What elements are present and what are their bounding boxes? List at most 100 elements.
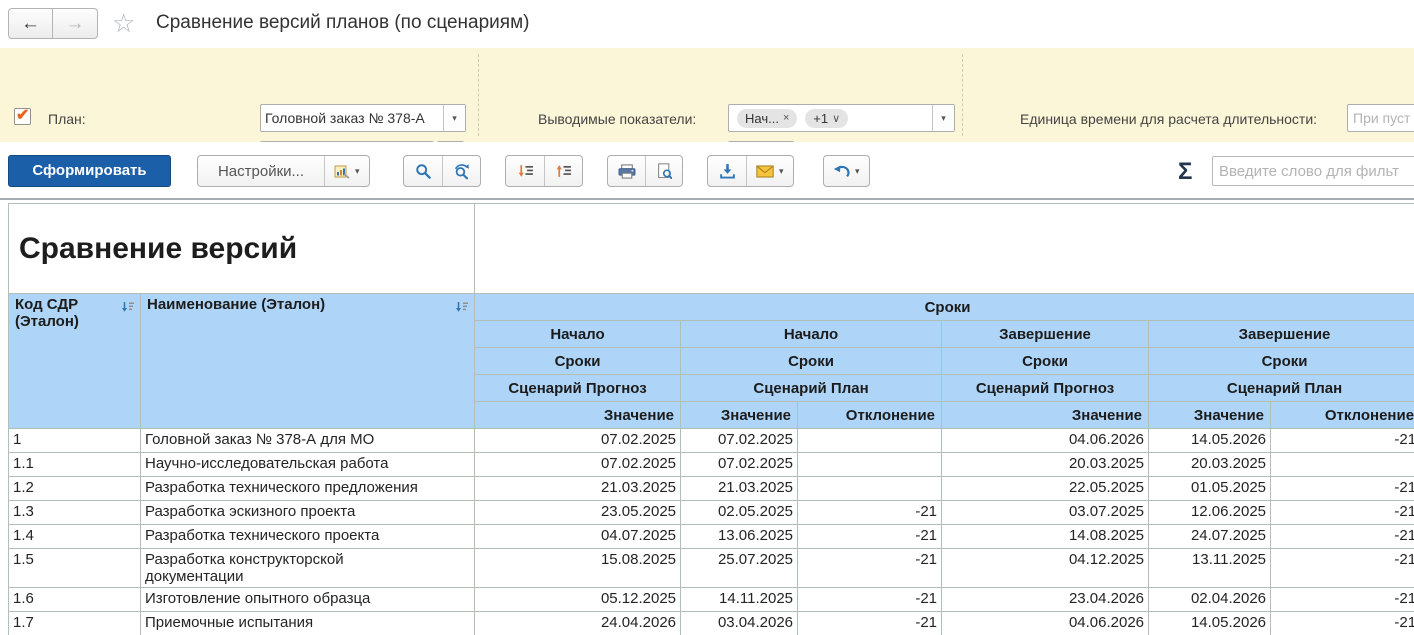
forward-button[interactable]: → (53, 8, 98, 39)
column-header-start-forecast[interactable]: Начало (475, 321, 681, 348)
cell-code[interactable]: 1.3 (9, 501, 141, 525)
indicator-tag-more[interactable]: +1∨ (805, 109, 848, 128)
collapse-groups-button[interactable] (544, 156, 582, 186)
cell-fd[interactable]: -21 (1271, 477, 1414, 501)
cell-code[interactable]: 1 (9, 429, 141, 453)
indicators-field[interactable]: Нач...× +1∨ ▾ (728, 104, 955, 132)
cell-code[interactable]: 1.2 (9, 477, 141, 501)
chevron-down-icon[interactable]: ∨ (832, 112, 840, 125)
cell-sf[interactable]: 04.07.2025 (475, 525, 681, 549)
cell-sd[interactable] (798, 429, 942, 453)
deviation-header[interactable]: Отклонение (798, 402, 942, 429)
report-variants-button[interactable]: ▾ (324, 156, 369, 186)
cell-fd[interactable]: -21 (1271, 429, 1414, 453)
metric-header[interactable]: Сроки (475, 348, 681, 375)
sum-sigma-button[interactable]: Σ (1178, 158, 1192, 186)
column-header-finish-plan[interactable]: Завершение (1149, 321, 1414, 348)
back-button[interactable]: ← (8, 8, 53, 39)
scenario-header-plan[interactable]: Сценарий План (681, 375, 942, 402)
cell-name[interactable]: Разработка конструкторской документации (141, 549, 475, 588)
cell-code[interactable]: 1.7 (9, 612, 141, 635)
cell-sf[interactable]: 07.02.2025 (475, 429, 681, 453)
cell-fp[interactable]: 24.07.2025 (1149, 525, 1271, 549)
cell-name[interactable]: Разработка технического проекта (141, 525, 475, 549)
cell-fd[interactable]: -21 (1271, 612, 1414, 635)
cell-fd[interactable]: -21 (1271, 501, 1414, 525)
cell-fp[interactable]: 20.03.2025 (1149, 453, 1271, 477)
metric-header[interactable]: Сроки (1149, 348, 1414, 375)
report-title-spacer[interactable] (475, 204, 1414, 294)
sort-descending-icon[interactable] (455, 300, 469, 317)
cell-fp[interactable]: 14.05.2026 (1149, 429, 1271, 453)
print-button[interactable] (608, 156, 645, 186)
column-header-finish-forecast[interactable]: Завершение (942, 321, 1149, 348)
cell-sf[interactable]: 23.05.2025 (475, 501, 681, 525)
cell-fp[interactable]: 01.05.2025 (1149, 477, 1271, 501)
sort-descending-icon[interactable] (121, 300, 135, 317)
cell-name[interactable]: Изготовление опытного образца (141, 588, 475, 612)
cell-sf[interactable]: 07.02.2025 (475, 453, 681, 477)
metric-header[interactable]: Сроки (942, 348, 1149, 375)
time-unit-input[interactable] (1347, 104, 1414, 132)
cell-sd[interactable] (798, 477, 942, 501)
print-preview-button[interactable] (645, 156, 682, 186)
cell-name[interactable]: Головной заказ № 378-А для МО (141, 429, 475, 453)
cell-sd[interactable] (798, 453, 942, 477)
cell-sp[interactable]: 02.05.2025 (681, 501, 798, 525)
cell-ff[interactable]: 22.05.2025 (942, 477, 1149, 501)
plan-checkbox[interactable]: ✔ (14, 108, 31, 125)
favorite-star-icon[interactable]: ☆ (112, 8, 135, 39)
cell-sf[interactable]: 05.12.2025 (475, 588, 681, 612)
scenario-header-forecast[interactable]: Сценарий Прогноз (942, 375, 1149, 402)
value-header[interactable]: Значение (942, 402, 1149, 429)
scenario-header-plan[interactable]: Сценарий План (1149, 375, 1414, 402)
cell-sp[interactable]: 21.03.2025 (681, 477, 798, 501)
column-group-sroki[interactable]: Сроки (475, 294, 1414, 321)
value-header[interactable]: Значение (475, 402, 681, 429)
cell-ff[interactable]: 04.12.2025 (942, 549, 1149, 588)
cell-sf[interactable]: 21.03.2025 (475, 477, 681, 501)
cell-fp[interactable]: 14.05.2026 (1149, 612, 1271, 635)
cell-sd[interactable]: -21 (798, 588, 942, 612)
find-next-button[interactable] (442, 156, 480, 186)
cell-sf[interactable]: 24.04.2026 (475, 612, 681, 635)
cell-sp[interactable]: 03.04.2026 (681, 612, 798, 635)
indicator-tag-nachalo[interactable]: Нач...× (737, 109, 797, 128)
cell-ff[interactable]: 23.04.2026 (942, 588, 1149, 612)
cell-fp[interactable]: 02.04.2026 (1149, 588, 1271, 612)
cell-sp[interactable]: 07.02.2025 (681, 429, 798, 453)
cell-fp[interactable]: 13.11.2025 (1149, 549, 1271, 588)
indicators-dropdown-button[interactable]: ▾ (932, 105, 954, 131)
column-header-code[interactable]: Код СДР (Эталон) (9, 294, 141, 429)
cell-code[interactable]: 1.6 (9, 588, 141, 612)
cell-ff[interactable]: 14.08.2025 (942, 525, 1149, 549)
cell-ff[interactable]: 20.03.2025 (942, 453, 1149, 477)
settings-button[interactable]: Настройки... (198, 156, 324, 186)
cell-sp[interactable]: 25.07.2025 (681, 549, 798, 588)
report-title-cell[interactable]: Сравнение версий (9, 204, 475, 294)
cell-name[interactable]: Разработка технического предложения (141, 477, 475, 501)
cell-sd[interactable]: -21 (798, 612, 942, 635)
cell-fd[interactable]: -21 (1271, 549, 1414, 588)
cell-sd[interactable]: -21 (798, 501, 942, 525)
plan-field[interactable]: Головной заказ № 378-А ▾ (260, 104, 466, 132)
close-icon[interactable]: × (783, 112, 789, 124)
cell-sp[interactable]: 13.06.2025 (681, 525, 798, 549)
plan-dropdown-button[interactable]: ▾ (443, 105, 465, 131)
expand-groups-button[interactable] (506, 156, 544, 186)
cell-sd[interactable]: -21 (798, 549, 942, 588)
cell-name[interactable]: Разработка эскизного проекта (141, 501, 475, 525)
cell-ff[interactable]: 03.07.2025 (942, 501, 1149, 525)
generate-button[interactable]: Сформировать (8, 155, 171, 187)
cell-ff[interactable]: 04.06.2026 (942, 612, 1149, 635)
value-header[interactable]: Значение (1149, 402, 1271, 429)
cell-fp[interactable]: 12.06.2025 (1149, 501, 1271, 525)
cell-sp[interactable]: 07.02.2025 (681, 453, 798, 477)
cell-sf[interactable]: 15.08.2025 (475, 549, 681, 588)
cell-ff[interactable]: 04.06.2026 (942, 429, 1149, 453)
find-button[interactable] (404, 156, 442, 186)
deviation-header[interactable]: Отклонение (1271, 402, 1414, 429)
scenario-header-forecast[interactable]: Сценарий Прогноз (475, 375, 681, 402)
cell-sp[interactable]: 14.11.2025 (681, 588, 798, 612)
metric-header[interactable]: Сроки (681, 348, 942, 375)
